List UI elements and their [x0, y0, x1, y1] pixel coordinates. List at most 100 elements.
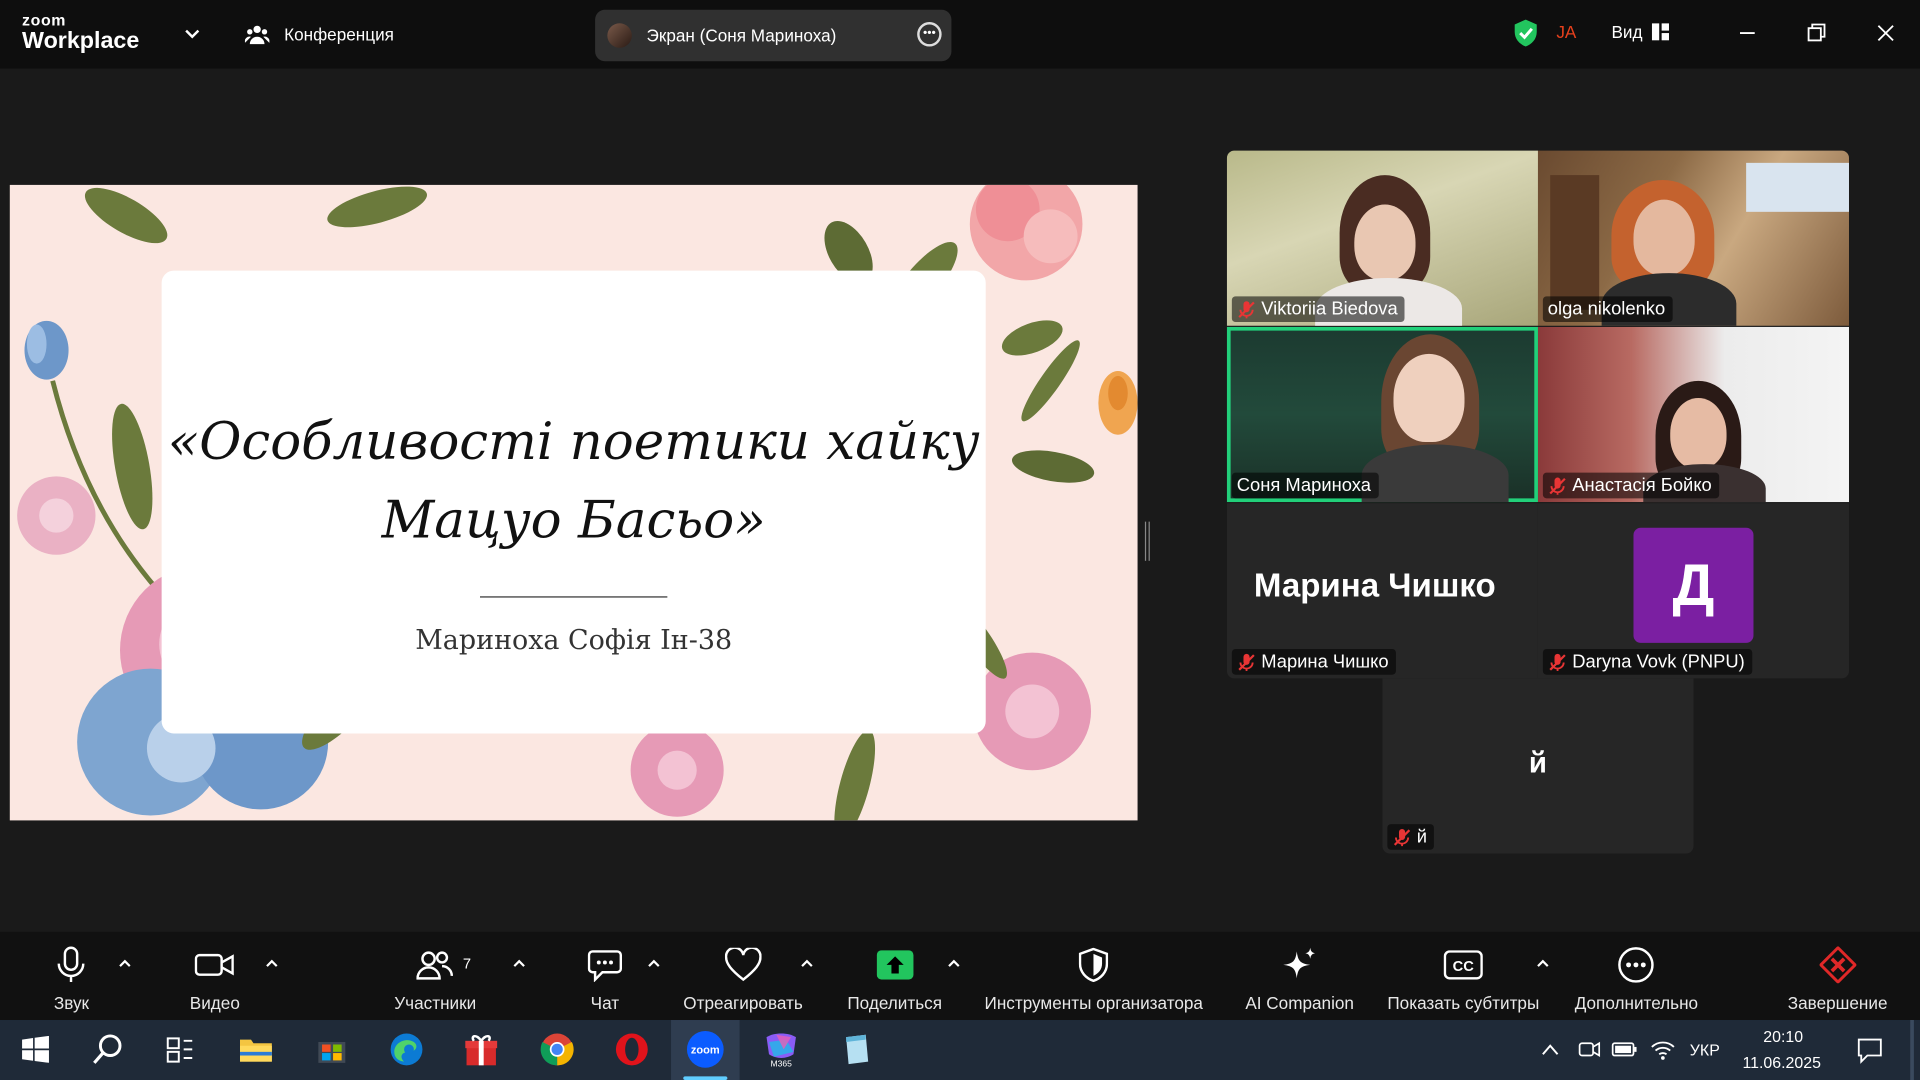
- window-light: [1746, 162, 1849, 212]
- file-explorer-icon[interactable]: [236, 1030, 275, 1069]
- minimize-icon[interactable]: [1731, 17, 1763, 49]
- microphone-icon: [57, 946, 85, 983]
- meeting-info-icon: [244, 25, 270, 45]
- participant-tile[interactable]: Марина Чишко Марина Чишко: [1226, 503, 1538, 679]
- host-tools-button[interactable]: Инструменты организатора: [984, 947, 1203, 1013]
- slide-title-line2: Мацуо Басьо»: [381, 489, 766, 550]
- windows-taskbar: zoom M365 УКР 20:10 11.06.2025: [0, 1020, 1920, 1080]
- sparkle-icon: [1283, 947, 1316, 979]
- audio-button[interactable]: Звук: [53, 946, 90, 1013]
- shared-screen-slide[interactable]: «Особливості поетики хайку Мацуо Басьо» …: [9, 184, 1138, 821]
- opera-browser-icon[interactable]: [612, 1030, 651, 1069]
- captions-label: Показать субтитры: [1387, 993, 1540, 1013]
- meet-now-icon[interactable]: [1578, 1038, 1601, 1060]
- host-tools-label: Инструменты организатора: [984, 993, 1203, 1013]
- shield-icon: [1079, 947, 1109, 983]
- participant-body: [1361, 444, 1509, 503]
- view-label: Вид: [1611, 22, 1643, 42]
- mic-muted-icon: [1393, 828, 1411, 846]
- clock-time[interactable]: 20:10: [1763, 1027, 1803, 1045]
- participants-options-caret-icon[interactable]: [512, 956, 527, 971]
- tray-expand-chevron-icon[interactable]: [1540, 1042, 1560, 1057]
- participant-name: Соня Мариноха: [1236, 475, 1371, 496]
- participant-avatar: Д: [1633, 527, 1754, 643]
- show-desktop-button[interactable]: [1910, 1020, 1914, 1080]
- chrome-browser-icon[interactable]: [538, 1030, 577, 1069]
- task-view-icon[interactable]: [160, 1030, 199, 1069]
- participant-display-name: й: [1528, 746, 1548, 781]
- participant-name-label: Соня Мариноха: [1231, 472, 1379, 499]
- m365-copilot-icon[interactable]: M365: [762, 1030, 801, 1069]
- captions-options-caret-icon[interactable]: [1536, 956, 1551, 971]
- captions-button[interactable]: CC Показать субтитры: [1387, 947, 1539, 1013]
- user-initials[interactable]: JA: [1556, 22, 1576, 42]
- participant-tile[interactable]: Анастасія Бойко: [1537, 326, 1849, 503]
- participants-icon: [416, 951, 454, 980]
- chat-options-caret-icon[interactable]: [647, 956, 662, 971]
- slide-author: Мариноха Софія Ін-38: [415, 625, 733, 657]
- microsoft-store-icon[interactable]: [312, 1030, 351, 1069]
- participant-tile-active-speaker[interactable]: Соня Мариноха: [1226, 326, 1538, 503]
- encryption-shield-icon[interactable]: [1513, 18, 1537, 47]
- audio-options-caret-icon[interactable]: [118, 956, 133, 971]
- slide-title: «Особливості поетики хайку Мацуо Басьо»: [162, 403, 986, 560]
- slide-title-line1: «Особливості поетики хайку: [167, 411, 980, 472]
- view-button[interactable]: Вид: [1611, 22, 1670, 42]
- video-button[interactable]: Видео: [190, 947, 240, 1013]
- chevron-down-icon[interactable]: [181, 22, 203, 44]
- gift-app-icon[interactable]: [462, 1030, 501, 1069]
- video-camera-icon: [195, 953, 235, 976]
- share-label: Поделиться: [847, 993, 943, 1013]
- participants-label: Участники: [394, 993, 477, 1013]
- participant-tile[interactable]: Д Daryna Vovk (PNPU): [1537, 503, 1849, 679]
- participant-name-label: Марина Чишко: [1231, 648, 1396, 675]
- chat-button[interactable]: Чат: [587, 947, 623, 1013]
- ai-companion-button[interactable]: AI Companion: [1245, 947, 1354, 1013]
- restore-icon[interactable]: [1800, 17, 1832, 49]
- participant-face: [1633, 199, 1695, 276]
- windows-start-icon[interactable]: [16, 1030, 55, 1069]
- participant-tile[interactable]: й й: [1382, 678, 1694, 854]
- end-x-icon: [1819, 946, 1856, 984]
- logo-line1: zoom: [22, 11, 67, 30]
- audio-label: Звук: [53, 993, 90, 1013]
- participant-face: [1670, 397, 1727, 469]
- end-meeting-button[interactable]: Завершение: [1787, 946, 1888, 1013]
- react-options-caret-icon[interactable]: [800, 956, 815, 971]
- participant-name-label: Viktoriia Biedova: [1231, 296, 1406, 323]
- wifi-icon[interactable]: [1651, 1038, 1675, 1060]
- more-button[interactable]: Дополнительно: [1575, 947, 1698, 1013]
- participant-name-label: Daryna Vovk (PNPU): [1542, 648, 1753, 675]
- notifications-icon[interactable]: [1856, 1037, 1883, 1064]
- share-screen-button[interactable]: Поделиться: [847, 947, 942, 1013]
- participant-face: [1393, 353, 1465, 443]
- participant-name-label: й: [1387, 824, 1435, 850]
- participant-name-label: Анастасія Бойко: [1542, 472, 1720, 499]
- svg-text:CC: CC: [1453, 959, 1475, 975]
- zoom-app-icon[interactable]: zoom: [686, 1030, 725, 1069]
- participant-tile[interactable]: Viktoriia Biedova: [1226, 150, 1538, 326]
- participant-name-label: olga nikolenko: [1542, 296, 1673, 323]
- more-options-icon[interactable]: •••: [917, 22, 942, 47]
- panel-resize-handle[interactable]: [1144, 521, 1150, 561]
- meeting-info-button[interactable]: Конференция: [244, 22, 394, 46]
- battery-icon[interactable]: [1611, 1040, 1638, 1060]
- notes-app-icon[interactable]: [836, 1030, 875, 1069]
- video-options-caret-icon[interactable]: [264, 956, 279, 971]
- search-icon[interactable]: [88, 1030, 127, 1069]
- closed-captions-icon: CC: [1443, 950, 1483, 980]
- sharer-avatar: [607, 23, 632, 48]
- close-icon[interactable]: [1870, 17, 1902, 49]
- edge-browser-icon[interactable]: [387, 1030, 426, 1069]
- keyboard-language[interactable]: УКР: [1690, 1041, 1720, 1059]
- share-options-caret-icon[interactable]: [947, 956, 962, 971]
- clock-date[interactable]: 11.06.2025: [1742, 1053, 1821, 1071]
- react-button[interactable]: Отреагировать: [683, 947, 803, 1013]
- mic-muted-icon: [1238, 300, 1255, 318]
- end-label: Завершение: [1787, 993, 1888, 1013]
- heart-icon: [724, 947, 762, 982]
- screen-share-indicator[interactable]: Экран (Соня Мариноха) •••: [595, 9, 952, 62]
- participant-display-name: Марина Чишко: [1253, 566, 1496, 604]
- participant-name: Анастасія Бойко: [1572, 475, 1712, 496]
- participant-tile[interactable]: olga nikolenko: [1537, 150, 1849, 326]
